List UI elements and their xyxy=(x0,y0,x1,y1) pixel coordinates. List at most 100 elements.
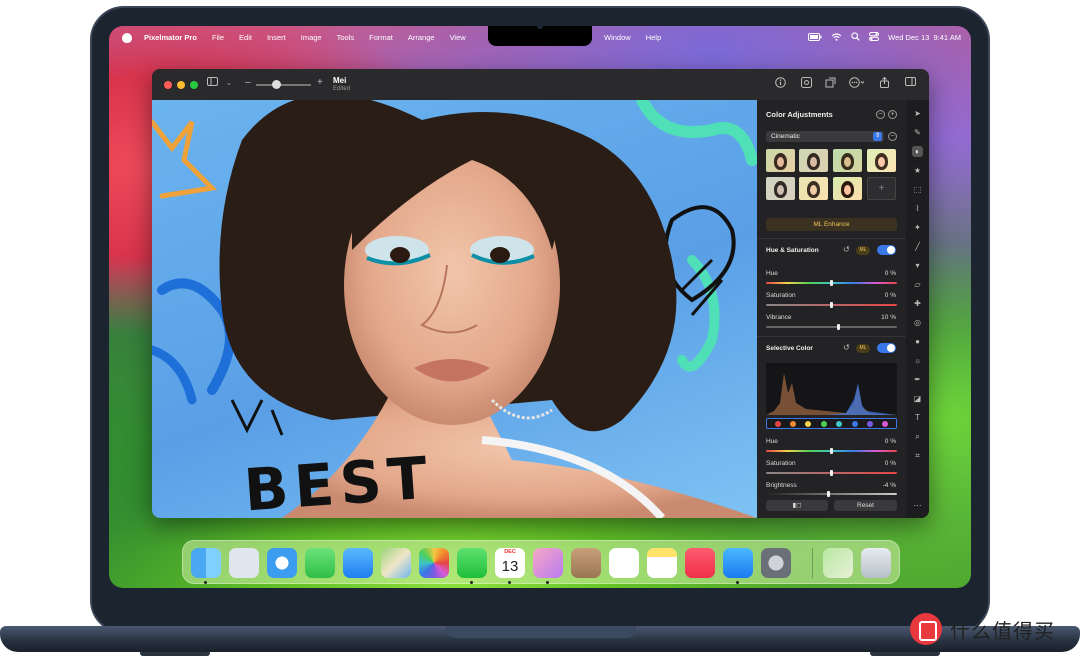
ml-badge[interactable]: ML xyxy=(856,246,870,255)
dock-app-notes[interactable] xyxy=(647,548,677,578)
preset-thumbnail[interactable] xyxy=(799,149,828,172)
compare-button[interactable]: ▮◻ xyxy=(766,500,828,511)
color-swatch[interactable] xyxy=(866,420,873,427)
color-swatch[interactable] xyxy=(851,420,858,427)
zoom-button[interactable] xyxy=(190,81,198,89)
menu-help[interactable]: Help xyxy=(646,33,661,42)
hue-value[interactable]: 0 % xyxy=(868,270,896,277)
color-swatch[interactable] xyxy=(790,420,797,427)
dock-app-calendar[interactable]: DEC 13 xyxy=(495,548,525,578)
dock-app-safari[interactable] xyxy=(267,548,297,578)
zoom-out-icon[interactable]: – xyxy=(245,77,251,88)
light-tool-icon[interactable]: ☼ xyxy=(912,355,923,366)
sharpen-tool-icon[interactable]: ● xyxy=(912,336,923,347)
reset-icon[interactable]: ↺ xyxy=(843,245,850,254)
dock-app-reminders[interactable] xyxy=(609,548,639,578)
pen-tool-icon[interactable]: ✒ xyxy=(912,374,923,385)
more-tools-icon[interactable]: ⋯ xyxy=(912,500,923,511)
magic-wand-tool-icon[interactable]: ✦ xyxy=(912,222,923,233)
ml-badge[interactable]: ML xyxy=(856,344,870,353)
dock-app-messages[interactable] xyxy=(305,548,335,578)
selective-hue-value[interactable]: 0 % xyxy=(868,438,896,445)
preset-thumbnail[interactable] xyxy=(799,177,828,200)
minimize-button[interactable] xyxy=(177,81,185,89)
preset-options-icon[interactable]: − xyxy=(888,132,897,141)
panel-icon[interactable] xyxy=(905,77,916,89)
reset-icon[interactable]: ↺ xyxy=(843,343,850,352)
menu-app-name[interactable]: Pixelmator Pro xyxy=(144,33,197,42)
dock-app-launchpad[interactable] xyxy=(229,548,259,578)
zoom-slider-track[interactable] xyxy=(256,84,311,86)
reset-button[interactable]: Reset xyxy=(834,500,897,511)
dock-app-photos[interactable] xyxy=(419,548,449,578)
dock-app-finder[interactable] xyxy=(191,548,221,578)
effects-tool-icon[interactable]: ★ xyxy=(912,165,923,176)
arrange-icon[interactable] xyxy=(801,77,812,91)
dock-app-maps[interactable] xyxy=(381,548,411,578)
brightness-slider[interactable] xyxy=(766,493,897,495)
brightness-value[interactable]: -4 % xyxy=(868,482,896,489)
clone-tool-icon[interactable]: ◎ xyxy=(912,317,923,328)
preset-thumbnail[interactable] xyxy=(833,177,862,200)
shape-tool-icon[interactable]: ◪ xyxy=(912,393,923,404)
add-preset-button[interactable]: + xyxy=(867,177,896,200)
apple-icon[interactable] xyxy=(122,32,132,43)
preset-thumbnail[interactable] xyxy=(867,149,896,172)
dock-app-preview[interactable] xyxy=(823,548,853,578)
selective-color-toggle[interactable] xyxy=(877,343,896,353)
dock-app-app-store[interactable] xyxy=(723,548,753,578)
arrange-tool-icon[interactable]: ➤ xyxy=(912,108,923,119)
sidebar-icon[interactable] xyxy=(207,77,218,89)
preset-thumbnail[interactable] xyxy=(766,149,795,172)
brush-tool-icon[interactable]: ╱ xyxy=(912,241,923,252)
saturation-value[interactable]: 0 % xyxy=(868,292,896,299)
eraser-tool-icon[interactable]: ▱ xyxy=(912,279,923,290)
dock-app-system-settings[interactable] xyxy=(761,548,791,578)
selective-saturation-slider-knob[interactable] xyxy=(830,470,833,476)
brightness-slider-knob[interactable] xyxy=(827,491,831,497)
preset-thumbnail[interactable] xyxy=(833,149,862,172)
menu-insert[interactable]: Insert xyxy=(267,33,286,42)
type-tool-icon[interactable]: T xyxy=(912,412,923,423)
menu-file[interactable]: File xyxy=(212,33,224,42)
vibrance-slider[interactable] xyxy=(766,326,897,328)
hue-saturation-toggle[interactable] xyxy=(877,245,896,255)
zoom-tool-icon[interactable]: ⌕ xyxy=(912,431,923,442)
wifi-icon[interactable] xyxy=(831,32,842,43)
preset-dropdown[interactable]: Cinematic ⇕ xyxy=(766,131,884,142)
crop-icon[interactable] xyxy=(825,77,836,91)
zoom-in-icon[interactable]: + xyxy=(317,77,323,88)
remove-adjustment-icon[interactable]: − xyxy=(876,110,885,119)
ml-enhance-button[interactable]: ML Enhance xyxy=(766,218,897,231)
control-center-icon[interactable] xyxy=(869,32,880,43)
color-swatch[interactable] xyxy=(882,420,889,427)
selective-saturation-value[interactable]: 0 % xyxy=(868,460,896,467)
zoom-slider-knob[interactable] xyxy=(272,80,281,89)
dock-app-contacts[interactable] xyxy=(571,548,601,578)
saturation-slider-knob[interactable] xyxy=(830,302,833,308)
color-swatch[interactable] xyxy=(805,420,812,427)
selective-hue-slider-knob[interactable] xyxy=(830,448,833,454)
close-button[interactable] xyxy=(164,81,172,89)
search-icon[interactable] xyxy=(851,32,860,43)
lasso-tool-icon[interactable]: ⌇ xyxy=(912,203,923,214)
info-icon[interactable] xyxy=(775,77,786,91)
dock-app-trash[interactable] xyxy=(861,548,891,578)
color-swatch[interactable] xyxy=(836,420,843,427)
menu-view[interactable]: View xyxy=(450,33,466,42)
more-icon[interactable] xyxy=(849,77,865,91)
bucket-tool-icon[interactable]: ▾ xyxy=(912,260,923,271)
menu-clock[interactable]: Wed Dec 13 9:41 AM xyxy=(888,33,961,42)
menu-edit[interactable]: Edit xyxy=(239,33,252,42)
color-range-selector[interactable] xyxy=(766,418,897,429)
color-swatch[interactable] xyxy=(820,420,827,427)
preset-thumbnail[interactable] xyxy=(766,177,795,200)
add-adjustment-icon[interactable]: + xyxy=(888,110,897,119)
dock-app-facetime[interactable] xyxy=(457,548,487,578)
color-adjust-tool-icon[interactable]: ◐ xyxy=(912,146,923,157)
select-tool-icon[interactable]: ⬚ xyxy=(912,184,923,195)
battery-icon[interactable] xyxy=(808,32,822,43)
image-canvas[interactable]: BEST xyxy=(152,100,757,518)
dock-app-music[interactable] xyxy=(685,548,715,578)
vibrance-value[interactable]: 10 % xyxy=(868,314,896,321)
